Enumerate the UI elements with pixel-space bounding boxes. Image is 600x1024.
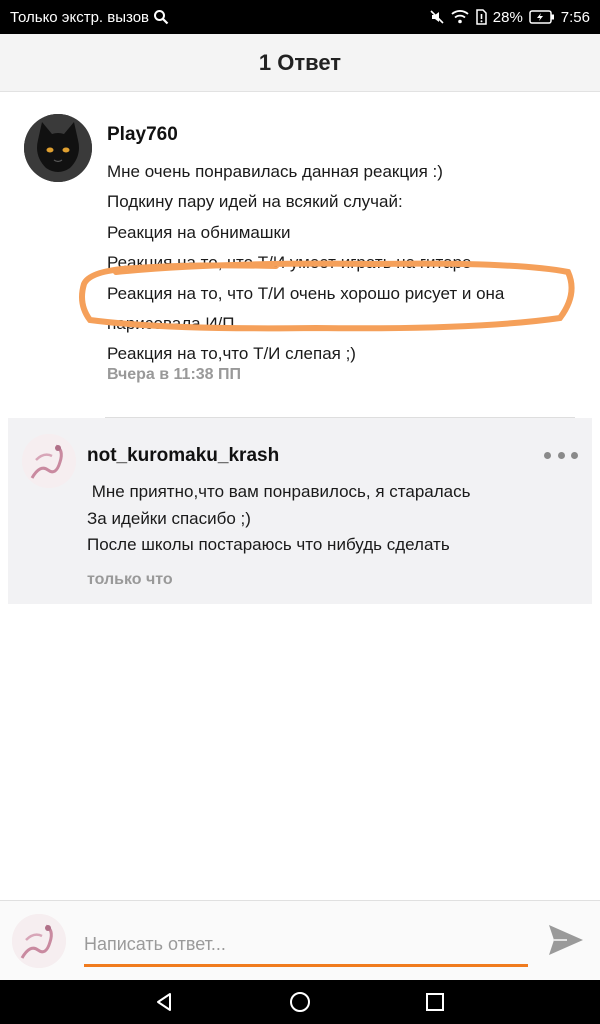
reply-line: Мне приятно,что вам понравилось, я стара… bbox=[87, 482, 471, 501]
wifi-icon bbox=[451, 9, 469, 25]
comment-line: Подкину пару идей на всякий случай: bbox=[107, 192, 403, 212]
search-icon bbox=[153, 9, 169, 25]
comment-line: Реакция на то, что Т/И умеет играть на г… bbox=[107, 253, 472, 273]
status-bar: Только экстр. вызов 28% 7:56 bbox=[0, 0, 600, 34]
dot bbox=[544, 451, 551, 459]
back-triangle-icon bbox=[157, 993, 171, 1011]
clock: 7:56 bbox=[560, 8, 590, 26]
sim-alert-icon bbox=[475, 9, 487, 25]
page-header: 1 Ответ bbox=[0, 34, 600, 92]
status-left: Только экстр. вызов bbox=[10, 9, 169, 26]
recent-apps-button[interactable] bbox=[421, 988, 449, 1016]
battery-percent: 28% bbox=[492, 8, 523, 26]
current-user-avatar bbox=[12, 914, 66, 968]
navigation-bar bbox=[0, 980, 600, 1024]
status-right: 28% 7:56 bbox=[429, 9, 590, 26]
reply-line: После школы постараюсь что нибудь сделат… bbox=[87, 535, 450, 554]
avatar[interactable] bbox=[24, 114, 92, 182]
comment-line: Мне очень понравилась данная реакция :) bbox=[107, 162, 443, 181]
comment-timestamp: Вчера в 11:38 ПП bbox=[107, 366, 242, 383]
page-title: 1 Ответ bbox=[258, 49, 342, 75]
more-options-icon[interactable] bbox=[544, 448, 578, 462]
comment-username[interactable]: Play760 bbox=[107, 124, 178, 146]
home-button[interactable] bbox=[286, 988, 314, 1016]
avatar[interactable] bbox=[22, 434, 76, 488]
reply-line: За идейки спасибо ;) bbox=[87, 508, 251, 528]
reply-username[interactable]: not_kuromaku_krash bbox=[87, 445, 279, 467]
mute-icon bbox=[429, 9, 445, 25]
recent-square-icon bbox=[426, 993, 444, 1011]
reply-input[interactable] bbox=[84, 925, 528, 967]
dot bbox=[571, 451, 578, 459]
comment-body: Мне очень понравилась данная реакция :) … bbox=[107, 157, 504, 370]
comment-line: нарисовала И/П bbox=[107, 314, 235, 334]
comment-line: Реакция на обнимашки bbox=[107, 222, 291, 242]
dot bbox=[557, 451, 565, 459]
send-button[interactable] bbox=[544, 918, 588, 962]
reply-timestamp: только что bbox=[87, 571, 173, 588]
comment-line: Реакция на то, что Т/И очень хорошо рису… bbox=[107, 283, 505, 303]
reply-body: Мне приятно,что вам понравилось, я стара… bbox=[87, 479, 470, 559]
battery-charging-icon bbox=[529, 10, 555, 24]
carrier-text: Только экстр. вызов bbox=[10, 8, 150, 26]
send-icon bbox=[549, 925, 583, 955]
home-circle-icon bbox=[290, 992, 310, 1012]
back-button[interactable] bbox=[150, 988, 178, 1016]
